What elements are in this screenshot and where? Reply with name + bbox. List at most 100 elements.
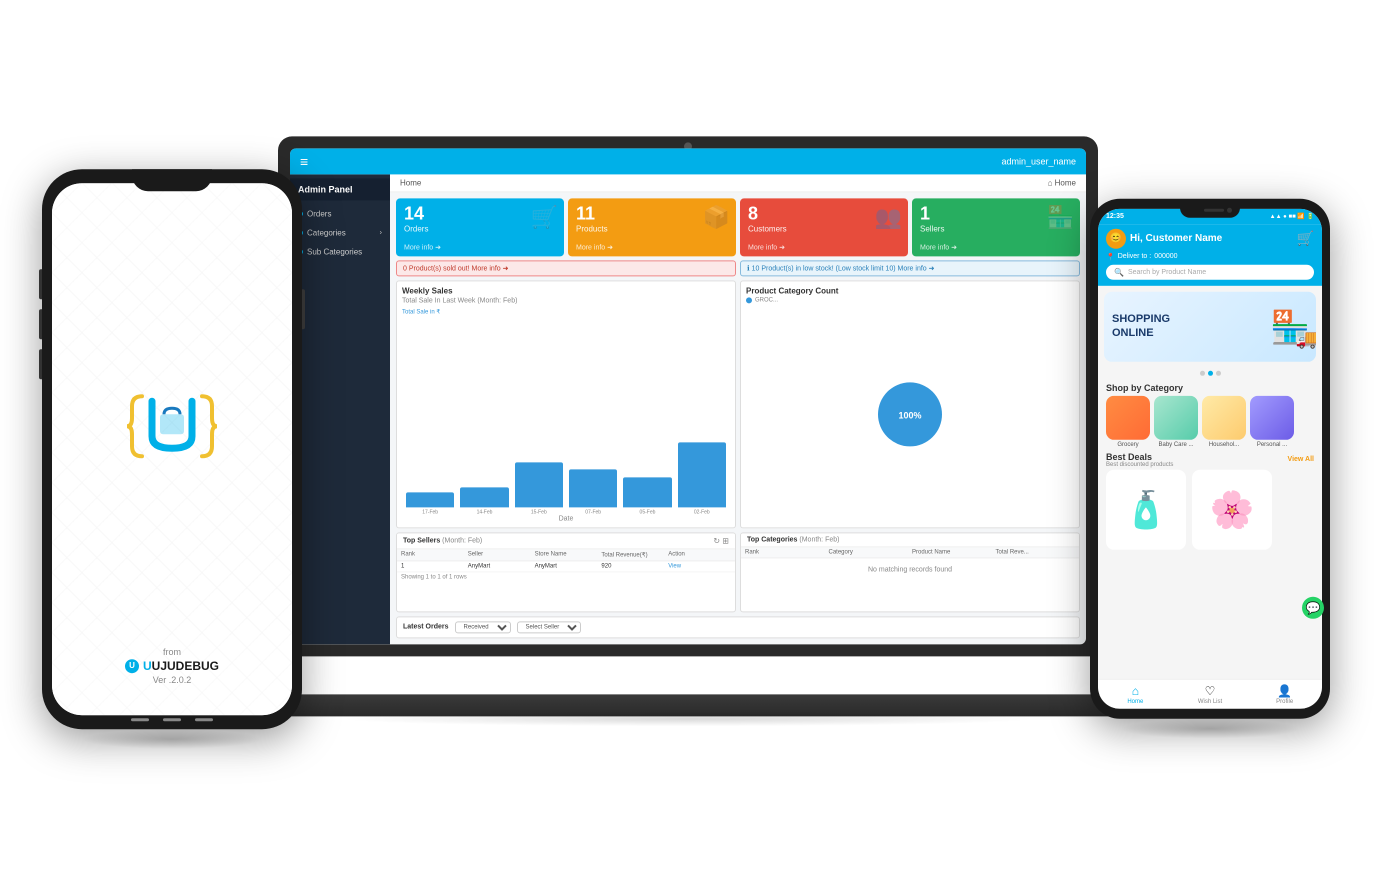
user-avatar: 😊 [1106, 228, 1126, 248]
pie-legend-label: GROC... [755, 297, 778, 303]
bar-label-4: 07-Feb [585, 509, 601, 515]
power-button [302, 289, 305, 329]
app-body: SHOPPING ONLINE 🏪 🚚 [1098, 285, 1322, 678]
phone-left-screen: from U UUJUDEBUG Ver .2.0.2 [52, 183, 292, 715]
cart-icon[interactable]: 🛒 [1297, 230, 1314, 247]
orders-more[interactable]: More info ➜ [404, 243, 441, 251]
laptop: ≡ admin_user_name Admin Panel Orders [278, 136, 1098, 716]
bar-6 [678, 442, 726, 507]
splash-logo [122, 376, 222, 481]
sidebar-subcategories-label: Sub Categories [307, 247, 362, 256]
sidebar-item-categories[interactable]: Categories › [290, 223, 390, 242]
deal-card-2[interactable]: 🌸 [1192, 469, 1272, 549]
cat-th-revenue: Total Reve... [996, 549, 1076, 555]
cat-baby[interactable]: Baby Care ... [1154, 395, 1198, 447]
vol-down-button [39, 309, 42, 339]
deliver-row: 📍 Deliver to : 000000 [1106, 252, 1314, 260]
search-placeholder: Search by Product Name [1128, 268, 1206, 275]
whatsapp-button[interactable]: 💬 [1302, 596, 1322, 618]
nav-wishlist[interactable]: ♡ Wish List [1173, 683, 1248, 704]
app-categories: Grocery Baby Care ... Househol... [1098, 395, 1322, 447]
products-more[interactable]: More info ➜ [576, 243, 613, 251]
top-sellers-title: Top Sellers (Month: Feb) [403, 537, 482, 544]
deliver-value: 000000 [1154, 253, 1177, 260]
app-banner: SHOPPING ONLINE 🏪 🚚 [1104, 291, 1316, 361]
banner-line1: SHOPPING [1112, 313, 1170, 326]
top-categories-table: Top Categories (Month: Feb) Rank Categor… [740, 532, 1080, 612]
td-rank: 1 [401, 563, 464, 569]
greeting-left: 😊 Hi, Customer Name [1106, 228, 1222, 248]
phone-left: from U UUJUDEBUG Ver .2.0.2 [42, 169, 302, 729]
cat-personal[interactable]: Personal ... [1250, 395, 1294, 447]
nav-profile[interactable]: 👤 Profile [1247, 683, 1322, 704]
hamburger-icon[interactable]: ≡ [300, 153, 308, 169]
cat-th-category: Category [829, 549, 909, 555]
splash-version: Ver .2.0.2 [52, 675, 292, 685]
cat-grocery[interactable]: Grocery [1106, 395, 1150, 447]
splash-screen: from U UUJUDEBUG Ver .2.0.2 [52, 183, 292, 715]
bar-group-5: 05-Feb [623, 477, 671, 515]
bottom-bar-center [163, 718, 181, 721]
laptop-shadow [338, 711, 1038, 726]
banner-graphic: 🏪 🚚 [1270, 307, 1310, 345]
deliver-label: Deliver to : [1118, 253, 1151, 260]
bottom-bar-left [131, 718, 149, 721]
search-bar[interactable]: 🔍 Search by Product Name [1106, 264, 1314, 279]
top-sellers-table: Top Sellers (Month: Feb) ↻ ⊞ Rank Seller [396, 532, 736, 612]
sidebar-item-subcategories[interactable]: Sub Categories [290, 242, 390, 261]
bar-4 [569, 469, 617, 507]
sidebar-item-orders[interactable]: Orders [290, 204, 390, 223]
top-categories-header: Top Categories (Month: Feb) [741, 533, 1079, 547]
no-data: No matching records found [741, 558, 1079, 581]
th-action: Action [668, 551, 731, 558]
truck-icon: 🚚 [1296, 328, 1316, 349]
dot-1 [1200, 370, 1205, 375]
stat-products: 11 Products More info ➜ 📦 [568, 198, 736, 256]
wishlist-label: Wish List [1198, 698, 1222, 704]
deal-card-1[interactable]: 🧴 [1106, 469, 1186, 549]
app-greeting: 😊 Hi, Customer Name 🛒 [1106, 228, 1314, 248]
td-seller: AnyMart [468, 563, 531, 569]
brand-icon: U [125, 659, 139, 673]
pie-title: Product Category Count [746, 286, 1074, 295]
products-icon: 📦 [703, 204, 730, 230]
view-all-button[interactable]: View All [1288, 456, 1314, 463]
admin-content: 14 Orders More info ➜ 🛒 11 Products More [390, 192, 1086, 644]
alert-soldout-more[interactable]: More info ➜ [471, 265, 508, 272]
phone-right: 12:35 ▲▲ ● ■■ 📶 🔋 😊 Hi, Customer Name 🛒 [1090, 198, 1330, 718]
status-time: 12:35 [1106, 213, 1124, 220]
latest-orders-title: Latest Orders [403, 623, 449, 630]
chart-legend: Total Sale in ₹ [402, 308, 730, 315]
nav-home[interactable]: ⌂ Home [1098, 683, 1173, 704]
admin-topbar: ≡ admin_user_name [290, 148, 1086, 174]
stat-customers: 8 Customers More info ➜ 👥 [740, 198, 908, 256]
bar-group-4: 07-Feb [569, 469, 617, 515]
status-select[interactable]: Received [455, 621, 511, 633]
bar-group-2: 14-Feb [460, 487, 508, 515]
cat-household[interactable]: Househol... [1202, 395, 1246, 447]
personal-icon [1250, 395, 1294, 439]
pin-icon: 📍 [1106, 252, 1115, 260]
sellers-more[interactable]: More info ➜ [920, 243, 957, 251]
baby-icon [1154, 395, 1198, 439]
view-button[interactable]: View [668, 563, 731, 569]
table-controls[interactable]: ↻ ⊞ [713, 536, 729, 545]
customers-icon: 👥 [875, 204, 902, 230]
customers-more[interactable]: More info ➜ [748, 243, 785, 251]
pie-container: 100% [746, 307, 1074, 522]
category-count-chart: Product Category Count GROC... [740, 280, 1080, 528]
profile-label: Profile [1276, 698, 1293, 704]
camera-speaker [1204, 209, 1224, 212]
laptop-body: ≡ admin_user_name Admin Panel Orders [278, 136, 1098, 656]
bar-3 [515, 462, 563, 507]
alert-soldout: 0 Product(s) sold out! More info ➜ [396, 260, 736, 276]
seller-select[interactable]: Select Seller [517, 621, 581, 633]
deals-title-block: Best Deals Best discounted products [1106, 451, 1173, 467]
deals-title: Best Deals [1106, 451, 1173, 461]
chart-title: Weekly Sales [402, 286, 730, 295]
grocery-icon [1106, 395, 1150, 439]
alert-lowstock-more[interactable]: More info ➜ [898, 265, 935, 272]
stat-sellers: 1 Sellers More info ➜ 🏪 [912, 198, 1080, 256]
deals-row: 🧴 🌸 [1098, 469, 1322, 549]
splash-footer: from U UUJUDEBUG Ver .2.0.2 [52, 647, 292, 685]
